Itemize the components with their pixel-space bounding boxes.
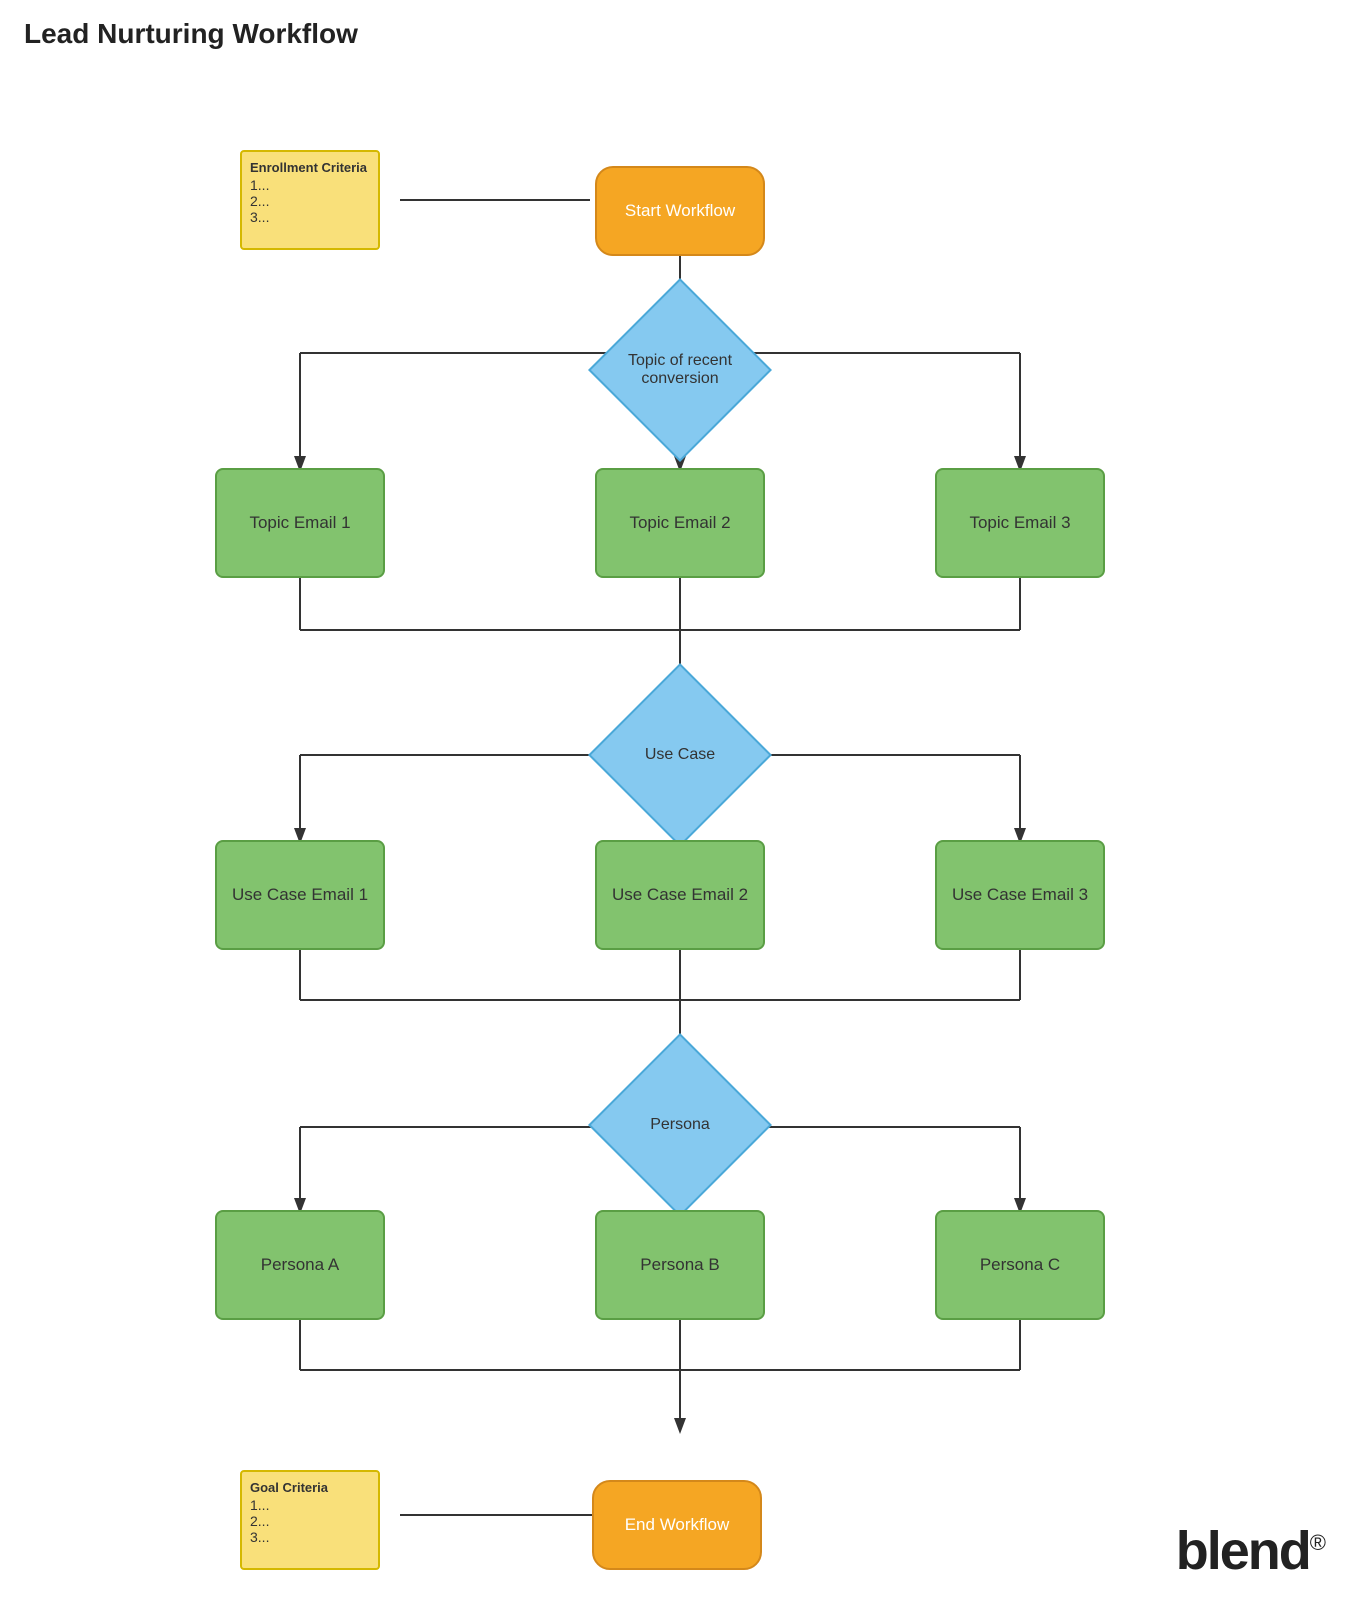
usecase-email-3[interactable]: Use Case Email 3 xyxy=(935,840,1105,950)
goal-title: Goal Criteria xyxy=(250,1480,328,1495)
topic-email-2[interactable]: Topic Email 2 xyxy=(595,468,765,578)
usecase-email-2[interactable]: Use Case Email 2 xyxy=(595,840,765,950)
goal-line1: 1... xyxy=(250,1497,269,1513)
enrollment-line2: 2... xyxy=(250,193,269,209)
end-workflow[interactable]: End Workflow xyxy=(592,1480,762,1570)
goal-criteria: Goal Criteria 1... 2... 3... xyxy=(240,1470,380,1570)
topic-email-1[interactable]: Topic Email 1 xyxy=(215,468,385,578)
topic-decision[interactable]: Topic of recent conversion xyxy=(615,305,745,435)
start-workflow[interactable]: Start Workflow xyxy=(595,166,765,256)
page-title: Lead Nurturing Workflow xyxy=(0,0,1360,50)
enrollment-title: Enrollment Criteria xyxy=(250,160,367,175)
usecase-decision[interactable]: Use Case xyxy=(615,690,745,820)
persona-a[interactable]: Persona A xyxy=(215,1210,385,1320)
persona-c[interactable]: Persona C xyxy=(935,1210,1105,1320)
enrollment-line3: 3... xyxy=(250,209,269,225)
blend-logo: blend® xyxy=(1176,1520,1324,1582)
goal-line3: 3... xyxy=(250,1529,269,1545)
enrollment-criteria: Enrollment Criteria 1... 2... 3... xyxy=(240,150,380,250)
diagram-area: Enrollment Criteria 1... 2... 3... Start… xyxy=(0,60,1360,1600)
persona-b[interactable]: Persona B xyxy=(595,1210,765,1320)
persona-decision[interactable]: Persona xyxy=(615,1060,745,1190)
enrollment-line1: 1... xyxy=(250,177,269,193)
usecase-email-1[interactable]: Use Case Email 1 xyxy=(215,840,385,950)
topic-email-3[interactable]: Topic Email 3 xyxy=(935,468,1105,578)
goal-line2: 2... xyxy=(250,1513,269,1529)
